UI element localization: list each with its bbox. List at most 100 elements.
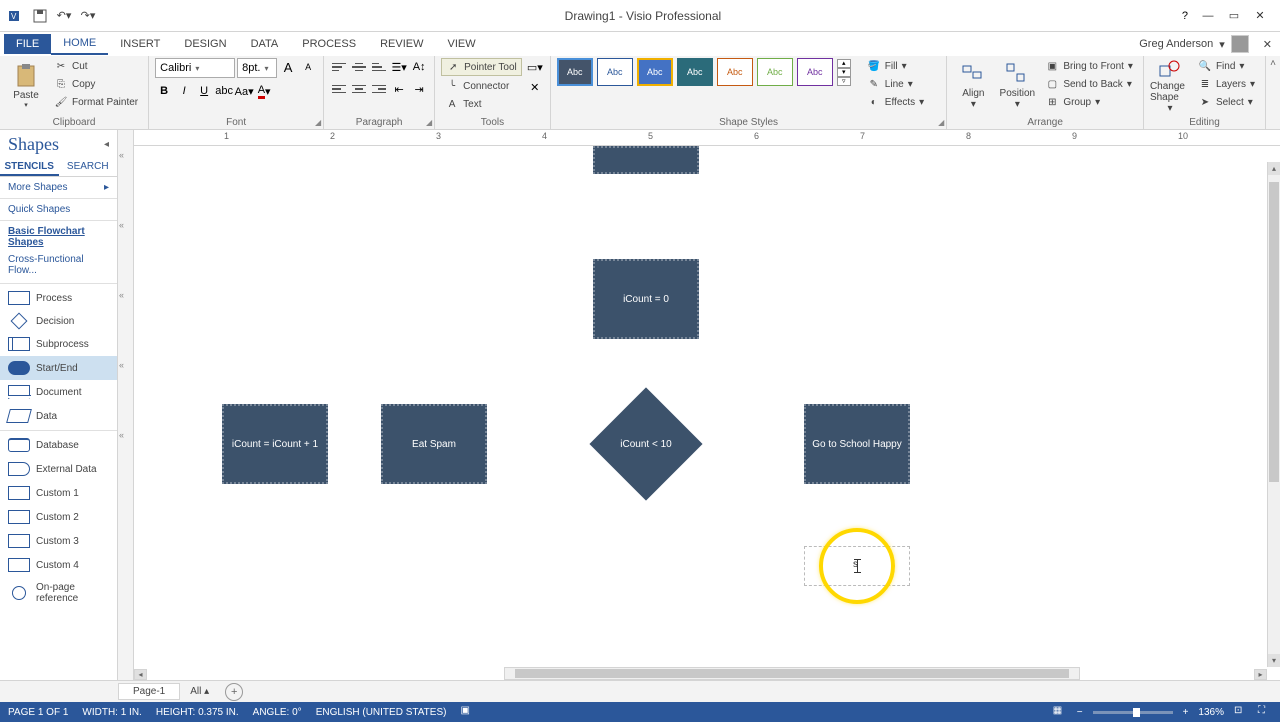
stencils-tab[interactable]: STENCILS — [0, 159, 59, 176]
tab-home[interactable]: HOME — [51, 33, 108, 55]
font-color-button[interactable]: A▾ — [255, 82, 273, 100]
close-tool-button[interactable]: ✕ — [526, 78, 544, 96]
font-family-combo[interactable]: Calibri▾ — [155, 58, 235, 78]
tab-process[interactable]: PROCESS — [290, 34, 368, 54]
style-item[interactable]: Abc — [597, 58, 633, 86]
shape-process[interactable]: Process — [0, 286, 117, 310]
fit-page-icon[interactable]: ⊡ — [1234, 705, 1248, 719]
gallery-more-button[interactable]: ▿ — [837, 77, 851, 86]
shape-start-end[interactable]: Start/End — [0, 356, 117, 380]
shrink-font-button[interactable]: A — [299, 58, 317, 76]
scrollbar-thumb[interactable] — [1269, 182, 1279, 482]
shape-onpage-ref[interactable]: On-page reference — [0, 577, 117, 609]
group-button[interactable]: ⊞Group ▾ — [1041, 94, 1137, 110]
drawing-canvas[interactable]: iCount = 0 iCount = iCount + 1 Eat Spam … — [134, 146, 1280, 680]
strike-button[interactable]: abc — [215, 82, 233, 100]
shape-document[interactable]: Document — [0, 380, 117, 404]
align-top-button[interactable] — [330, 58, 348, 76]
paste-button[interactable]: Paste▾ — [6, 58, 46, 114]
style-item[interactable]: Abc — [637, 58, 673, 86]
tab-design[interactable]: DESIGN — [172, 34, 238, 54]
fill-button[interactable]: 🪣Fill ▾ — [863, 58, 928, 74]
style-item[interactable]: Abc — [717, 58, 753, 86]
gallery-down-button[interactable]: ▾ — [837, 68, 851, 77]
send-back-button[interactable]: ▢Send to Back ▾ — [1041, 76, 1137, 92]
process-shape[interactable]: iCount = 0 — [593, 259, 699, 339]
grow-font-button[interactable]: A — [279, 58, 297, 76]
styles-launcher[interactable]: ◢ — [938, 118, 944, 127]
format-painter-button[interactable]: 🖌Format Painter — [50, 94, 142, 110]
shape-external-data[interactable]: External Data — [0, 457, 117, 481]
position-button[interactable]: Position▾ — [997, 58, 1037, 114]
macro-record-icon[interactable]: ▣ — [460, 705, 474, 719]
font-size-combo[interactable]: 8pt.▾ — [237, 58, 277, 78]
pointer-tool-button[interactable]: ➚Pointer Tool — [441, 58, 522, 76]
shape-custom2[interactable]: Custom 2 — [0, 505, 117, 529]
zoom-level[interactable]: 136% — [1198, 707, 1224, 718]
align-right-button[interactable] — [370, 80, 388, 98]
redo-icon[interactable]: ↷▾ — [78, 6, 98, 26]
style-item[interactable]: Abc — [757, 58, 793, 86]
find-button[interactable]: 🔍Find ▾ — [1194, 58, 1259, 74]
scroll-right-button[interactable]: ▸ — [1254, 669, 1267, 680]
presentation-icon[interactable]: ▦ — [1053, 705, 1067, 719]
stencil-more-shapes[interactable]: More Shapes▸ — [0, 179, 117, 196]
horizontal-scrollbar[interactable] — [504, 667, 1080, 680]
shape-database[interactable]: Database — [0, 433, 117, 457]
undo-icon[interactable]: ↶▾ — [54, 6, 74, 26]
underline-button[interactable]: U — [195, 82, 213, 100]
vertical-scrollbar[interactable]: ▴ ▾ — [1267, 162, 1280, 667]
page-tab[interactable]: Page-1 — [118, 683, 180, 700]
user-avatar[interactable] — [1231, 35, 1249, 53]
paragraph-launcher[interactable]: ◢ — [426, 118, 432, 127]
save-icon[interactable] — [30, 6, 50, 26]
tab-insert[interactable]: INSERT — [108, 34, 172, 54]
stencil-cross-functional[interactable]: Cross-Functional Flow... — [0, 251, 117, 279]
line-button[interactable]: ✎Line ▾ — [863, 76, 928, 92]
cut-button[interactable]: ✂Cut — [50, 58, 142, 74]
collapse-ribbon-button[interactable]: ˄ — [1266, 56, 1280, 129]
tab-review[interactable]: REVIEW — [368, 34, 435, 54]
font-launcher[interactable]: ◢ — [315, 118, 321, 127]
case-button[interactable]: Aa▾ — [235, 82, 253, 100]
shape-custom4[interactable]: Custom 4 — [0, 553, 117, 577]
italic-button[interactable]: I — [175, 82, 193, 100]
align-button[interactable]: Align▾ — [953, 58, 993, 114]
scroll-left-button[interactable]: ◂ — [134, 669, 147, 680]
tab-view[interactable]: VIEW — [435, 34, 487, 54]
indent-button[interactable]: ⇥ — [410, 80, 428, 98]
zoom-in-button[interactable]: + — [1183, 707, 1189, 718]
shape-subprocess[interactable]: Subprocess — [0, 332, 117, 356]
bold-button[interactable]: B — [155, 82, 173, 100]
gallery-up-button[interactable]: ▴ — [837, 59, 851, 68]
search-tab[interactable]: SEARCH — [59, 159, 118, 176]
maximize-icon[interactable]: ▭ — [1222, 6, 1246, 26]
align-bottom-button[interactable] — [370, 58, 388, 76]
rectangle-tool-button[interactable]: ▭▾ — [526, 58, 544, 76]
orientation-button[interactable]: A↕ — [410, 58, 428, 76]
scroll-up-button[interactable]: ▴ — [1268, 162, 1280, 175]
collapse-panel-button[interactable]: ◂ — [104, 139, 109, 150]
close-doc-icon[interactable]: ✕ — [1263, 38, 1272, 51]
all-pages-button[interactable]: All ▴ — [182, 684, 217, 699]
add-page-button[interactable]: + — [225, 683, 243, 701]
process-shape[interactable]: Eat Spam — [381, 404, 487, 484]
fullscreen-icon[interactable]: ⛶ — [1258, 705, 1272, 719]
effects-button[interactable]: ◐Effects ▾ — [863, 94, 928, 110]
tab-file[interactable]: FILE — [4, 34, 51, 54]
copy-button[interactable]: ⎘Copy — [50, 76, 142, 92]
style-gallery[interactable]: Abc Abc Abc Abc Abc Abc Abc ▴ ▾ ▿ — [557, 58, 851, 86]
process-shape[interactable]: Go to School Happy — [804, 404, 910, 484]
zoom-out-button[interactable]: − — [1077, 707, 1083, 718]
connector-button[interactable]: ╰Connector — [441, 78, 522, 94]
shape-data[interactable]: Data — [0, 404, 117, 428]
style-item[interactable]: Abc — [677, 58, 713, 86]
text-tool-button[interactable]: AText — [441, 96, 522, 112]
scroll-down-button[interactable]: ▾ — [1268, 654, 1280, 667]
shape-custom1[interactable]: Custom 1 — [0, 481, 117, 505]
user-name[interactable]: Greg Anderson — [1139, 38, 1213, 50]
minimize-icon[interactable]: — — [1196, 6, 1220, 26]
change-shape-button[interactable]: Change Shape▾ — [1150, 58, 1190, 114]
tab-data[interactable]: DATA — [239, 34, 291, 54]
stencil-quick-shapes[interactable]: Quick Shapes — [0, 201, 117, 218]
